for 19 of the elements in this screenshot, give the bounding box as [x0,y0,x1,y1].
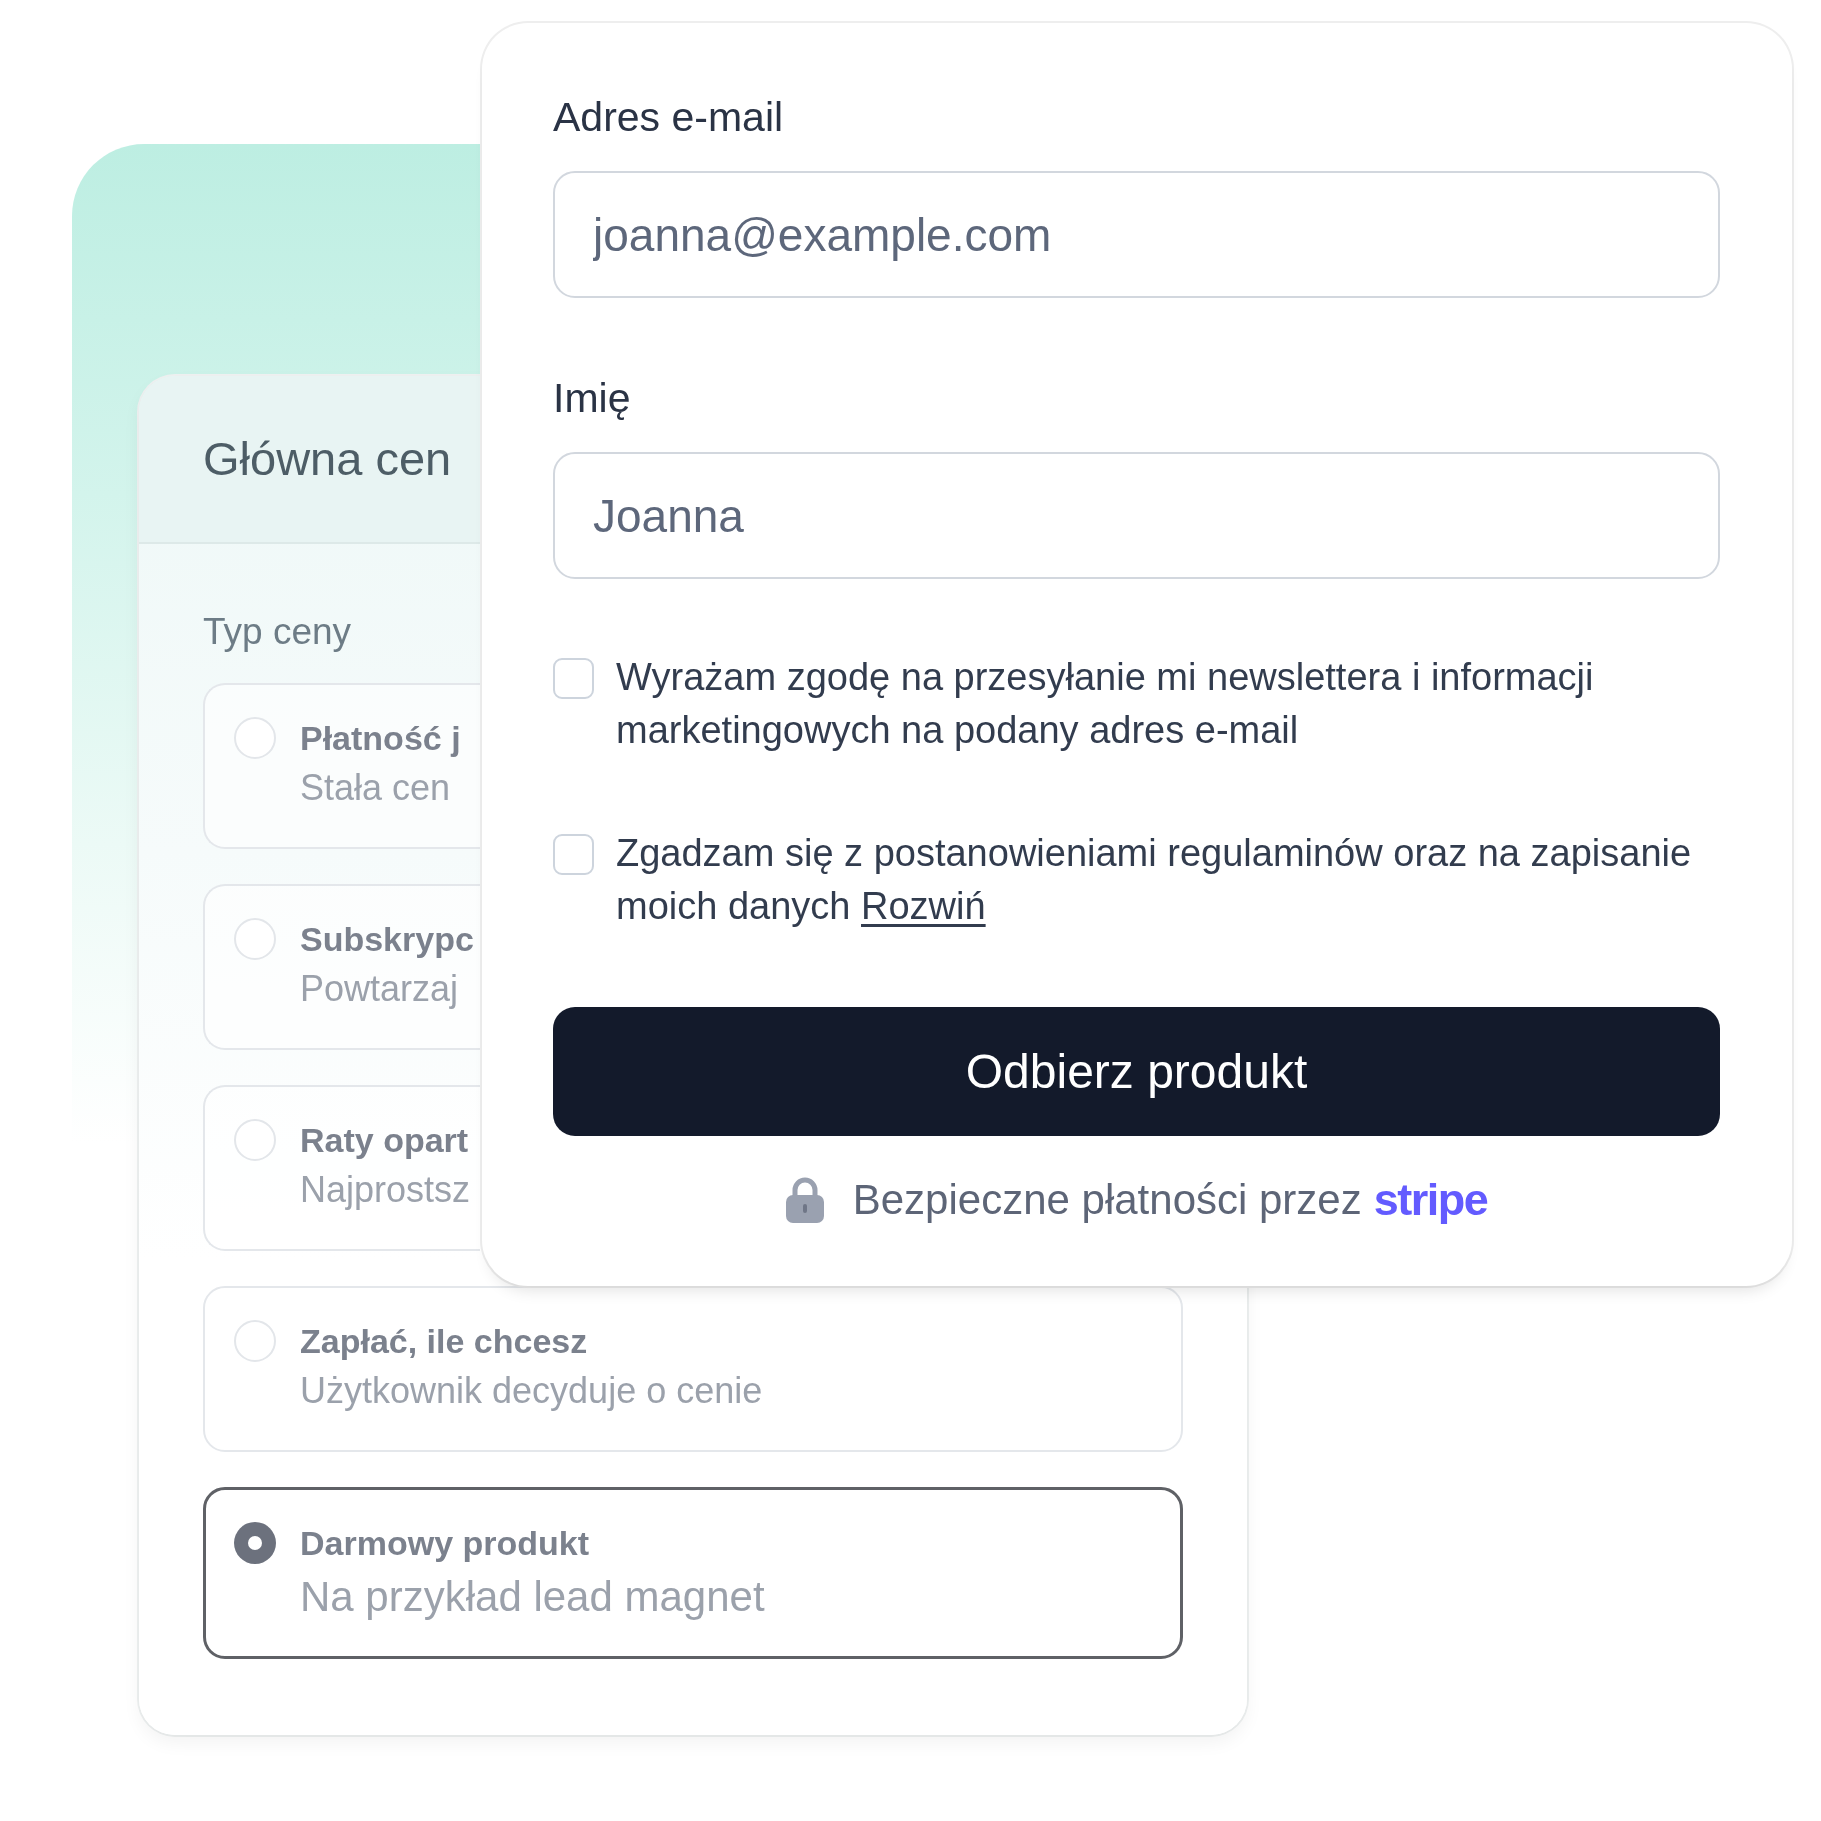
price-option[interactable]: Darmowy produkt Na przykład lead magnet [203,1487,1183,1659]
checkbox[interactable] [553,834,594,875]
section-label: Typ ceny [203,610,352,654]
price-option[interactable]: Raty opart Najprostsz [203,1085,480,1251]
field-label: Imię [553,374,631,423]
lock-icon [785,1177,824,1223]
provider-wordmark: stripe [1373,1174,1488,1226]
field-label: Adres e-mail [553,93,784,142]
price-option[interactable]: Subskrypc Powtarzaj [203,884,480,1050]
submit-button[interactable]: Odbierz produkt [553,1007,1720,1136]
input-field[interactable]: Joanna [553,452,1720,579]
secure-payment-text: Bezpieczne płatności przez [852,1176,1362,1224]
price-option[interactable]: Zapłać, ile chcesz Użytkownik decyduje o cenie [203,1286,1183,1452]
price-option[interactable]: Płatność j Stała cen [203,683,480,849]
card-title: Główna cen [203,431,452,487]
consent-text: Zgadzam się z postanowieniami regulaminów oraz na zapisanie moich danych Rozwiń [616,831,1693,929]
consent-text: Wyrażam zgodę na przesyłanie mi newslettera i informacji marketingowych na podany adres e-mail [616,655,1595,753]
checkbox[interactable] [553,658,594,699]
expand-link[interactable]: Rozwiń [861,885,986,927]
